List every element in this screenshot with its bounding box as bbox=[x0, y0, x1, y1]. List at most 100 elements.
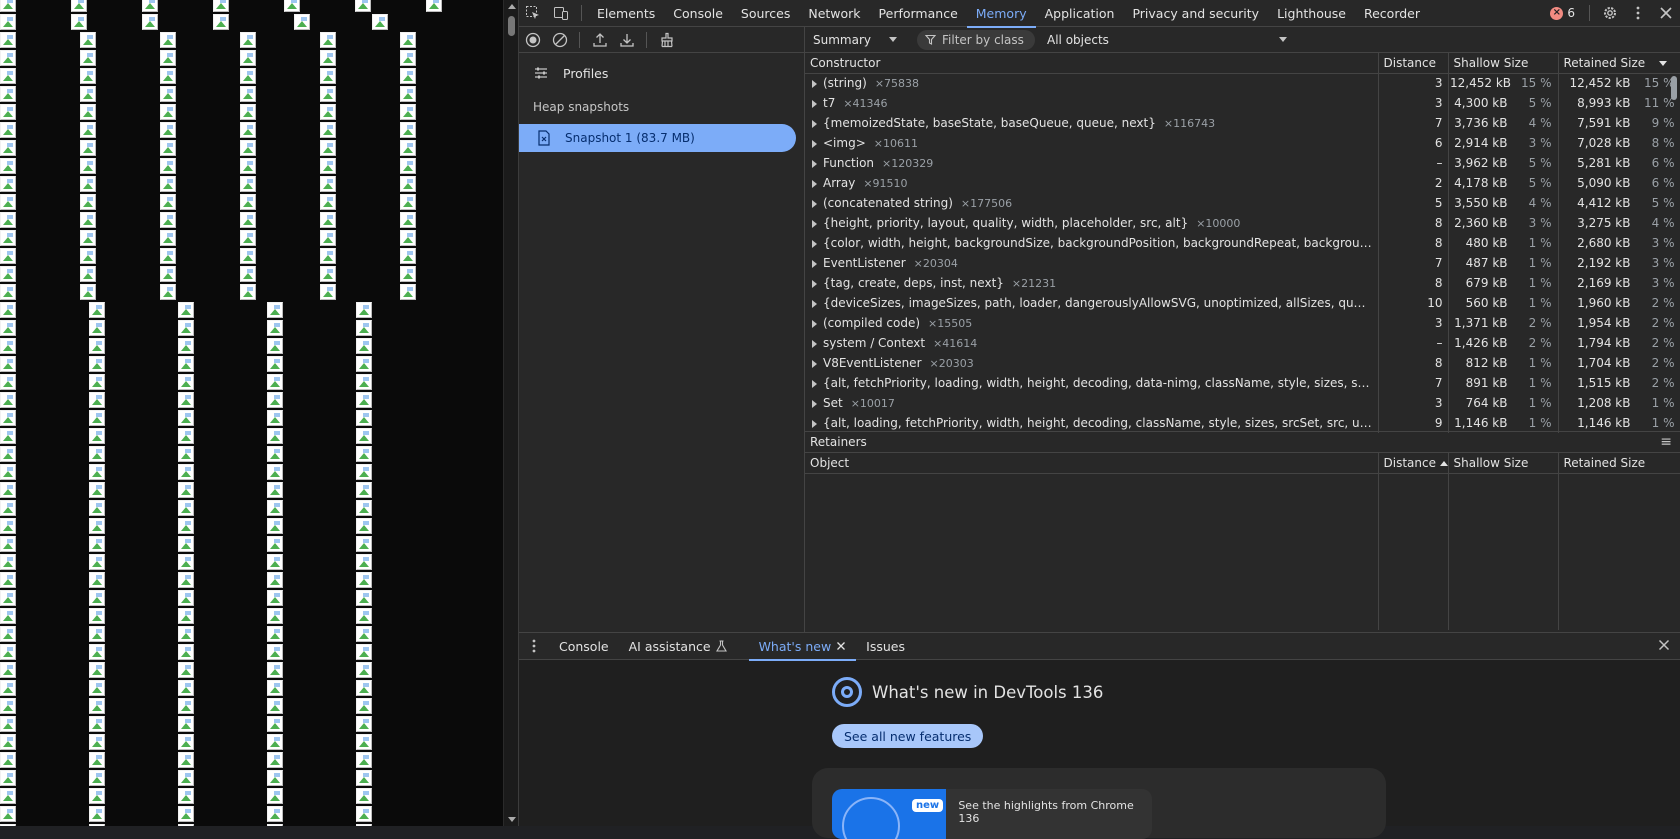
clear-profiles-icon[interactable] bbox=[546, 27, 573, 53]
tab-console[interactable]: Console bbox=[664, 0, 732, 27]
tab-performance[interactable]: Performance bbox=[870, 0, 967, 27]
expand-triangle-icon[interactable] bbox=[812, 79, 817, 88]
table-row[interactable]: {height, priority, layout, quality, widt… bbox=[805, 213, 1680, 233]
broken-image-icon bbox=[89, 716, 105, 732]
inspect-element-icon[interactable] bbox=[519, 0, 547, 27]
drawer-more-icon[interactable] bbox=[519, 633, 549, 660]
column-header-retained-size[interactable]: Retained Size bbox=[1558, 453, 1680, 474]
column-header-object[interactable]: Object bbox=[805, 453, 1379, 474]
table-row[interactable]: {deviceSizes, imageSizes, path, loader, … bbox=[805, 293, 1680, 313]
more-options-icon[interactable] bbox=[1624, 0, 1652, 27]
expand-triangle-icon[interactable] bbox=[812, 279, 817, 288]
expand-triangle-icon[interactable] bbox=[812, 159, 817, 168]
tab-lighthouse[interactable]: Lighthouse bbox=[1268, 0, 1355, 27]
constructor-name: {alt, loading, fetchPriority, width, hei… bbox=[823, 416, 1377, 430]
tab-memory[interactable]: Memory bbox=[966, 0, 1036, 28]
objects-select[interactable]: All objects bbox=[1047, 33, 1287, 47]
expand-triangle-icon[interactable] bbox=[812, 419, 817, 428]
error-counter[interactable]: × 6 bbox=[1542, 6, 1583, 20]
drawer-tab-ai-assistance[interactable]: AI assistance bbox=[619, 633, 737, 660]
table-row[interactable]: t7 ×41346 3 4,300 kB 5 % 8,993 kB 11 % bbox=[805, 93, 1680, 113]
expand-triangle-icon[interactable] bbox=[812, 339, 817, 348]
instance-count: ×15505 bbox=[928, 317, 973, 330]
scrollbar-thumb[interactable] bbox=[1671, 76, 1677, 100]
tab-sources[interactable]: Sources bbox=[732, 0, 799, 27]
expand-triangle-icon[interactable] bbox=[812, 219, 817, 228]
expand-triangle-icon[interactable] bbox=[812, 99, 817, 108]
drawer-tab-issues[interactable]: Issues bbox=[856, 633, 915, 660]
profiles-launcher[interactable]: Profiles bbox=[519, 60, 804, 86]
expand-triangle-icon[interactable] bbox=[812, 199, 817, 208]
expand-triangle-icon[interactable] bbox=[812, 239, 817, 248]
table-row[interactable]: Function ×120329 –3,962 kB 5 % 5,281 kB 6 % bbox=[805, 153, 1680, 173]
broken-image-icon bbox=[267, 446, 283, 462]
highlight-link[interactable]: new See the highlights from Chrome 136 bbox=[832, 789, 1152, 839]
collect-garbage-icon[interactable] bbox=[653, 27, 680, 53]
broken-image-icon bbox=[267, 410, 283, 426]
settings-gear-icon[interactable] bbox=[1596, 0, 1624, 27]
expand-triangle-icon[interactable] bbox=[812, 179, 817, 188]
constructor-name: <img> bbox=[823, 136, 866, 150]
expand-triangle-icon[interactable] bbox=[812, 319, 817, 328]
expand-triangle-icon[interactable] bbox=[812, 139, 817, 148]
table-row[interactable]: EventListener ×20304 7 487 kB 1 % 2,192 kB 3 % bbox=[805, 253, 1680, 273]
broken-image-icon bbox=[80, 68, 96, 84]
summary-scrollbar[interactable] bbox=[1668, 74, 1680, 430]
table-row[interactable]: {alt, loading, fetchPriority, width, hei… bbox=[805, 413, 1680, 433]
view-select[interactable]: Summary bbox=[813, 33, 901, 47]
broken-image-icon bbox=[320, 50, 336, 66]
page-scrollbar[interactable] bbox=[503, 0, 518, 826]
see-all-features-button[interactable]: See all new features bbox=[832, 724, 984, 748]
tab-application[interactable]: Application bbox=[1036, 0, 1124, 27]
tab-privacy-and-security[interactable]: Privacy and security bbox=[1123, 0, 1268, 27]
table-row[interactable]: Set ×10017 3 764 kB 1 % 1,208 kB 1 % bbox=[805, 393, 1680, 413]
tab-elements[interactable]: Elements bbox=[588, 0, 664, 27]
expand-triangle-icon[interactable] bbox=[812, 259, 817, 268]
table-row[interactable]: Array ×91510 2 4,178 kB 5 % 5,090 kB 6 % bbox=[805, 173, 1680, 193]
table-row[interactable]: {memoizedState, baseState, baseQueue, qu… bbox=[805, 113, 1680, 133]
expand-triangle-icon[interactable] bbox=[812, 399, 817, 408]
close-devtools-icon[interactable] bbox=[1652, 0, 1680, 27]
scroll-up-arrow[interactable] bbox=[508, 4, 516, 9]
column-header-retained-size[interactable]: Retained Size bbox=[1558, 53, 1680, 74]
expand-triangle-icon[interactable] bbox=[812, 379, 817, 388]
broken-image-icon bbox=[89, 374, 105, 390]
broken-image-icon bbox=[0, 770, 16, 786]
table-row[interactable]: (compiled code) ×15505 3 1,371 kB 2 % 1,954 k… bbox=[805, 313, 1680, 333]
hamburger-menu-icon[interactable]: ≡ bbox=[1660, 434, 1672, 450]
column-header-shallow-size[interactable]: Shallow Size bbox=[1448, 53, 1559, 74]
expand-triangle-icon[interactable] bbox=[812, 119, 817, 128]
column-header-distance[interactable]: Distance bbox=[1378, 453, 1449, 474]
constructor-cell: {alt, loading, fetchPriority, width, hei… bbox=[805, 413, 1379, 433]
table-row[interactable]: (string) ×75838 3 12,452 kB 15 % 12,452 kB 15 … bbox=[805, 73, 1680, 93]
device-toolbar-icon[interactable] bbox=[547, 0, 575, 27]
table-row[interactable]: V8EventListener ×20303 8 812 kB 1 % 1,704 kB 2… bbox=[805, 353, 1680, 373]
column-header-distance[interactable]: Distance bbox=[1378, 53, 1449, 74]
class-filter-input[interactable]: Filter by class bbox=[917, 29, 1035, 50]
save-profile-icon[interactable] bbox=[613, 27, 640, 53]
snapshot-item[interactable]: Snapshot 1 (83.7 MB) bbox=[519, 124, 796, 152]
table-row[interactable]: {alt, fetchPriority, loading, width, hei… bbox=[805, 373, 1680, 393]
close-tab-icon[interactable] bbox=[836, 641, 846, 651]
scrollbar-thumb[interactable] bbox=[508, 16, 515, 36]
scroll-down-arrow[interactable] bbox=[508, 817, 516, 822]
expand-triangle-icon[interactable] bbox=[812, 299, 817, 308]
column-header-shallow-size[interactable]: Shallow Size bbox=[1448, 453, 1559, 474]
table-row[interactable]: system / Context ×41614 –1,426 kB 2 % 1,794 … bbox=[805, 333, 1680, 353]
table-row[interactable]: {color, width, height, backgroundSize, b… bbox=[805, 233, 1680, 253]
load-profile-icon[interactable] bbox=[586, 27, 613, 53]
column-header-constructor[interactable]: Constructor bbox=[805, 53, 1379, 74]
record-heap-icon[interactable] bbox=[519, 27, 546, 53]
close-drawer-icon[interactable] bbox=[1658, 637, 1670, 655]
drawer-tab-console[interactable]: Console bbox=[549, 633, 619, 660]
drawer-tab-whats-new[interactable]: What's new bbox=[748, 633, 857, 661]
retained-size-cell: 2,680 kB 3 % bbox=[1558, 233, 1680, 253]
tab-network[interactable]: Network bbox=[799, 0, 869, 27]
table-row[interactable]: {tag, create, deps, inst, next} ×21231 8 67… bbox=[805, 273, 1680, 293]
broken-image-icon bbox=[320, 32, 336, 48]
table-row[interactable]: (concatenated string) ×177506 5 3,550 kB 4 %… bbox=[805, 193, 1680, 213]
expand-triangle-icon[interactable] bbox=[812, 359, 817, 368]
tab-recorder[interactable]: Recorder bbox=[1355, 0, 1429, 27]
broken-image-icon bbox=[178, 338, 194, 354]
table-row[interactable]: <img> ×10611 6 2,914 kB 3 % 7,028 kB 8 % bbox=[805, 133, 1680, 153]
